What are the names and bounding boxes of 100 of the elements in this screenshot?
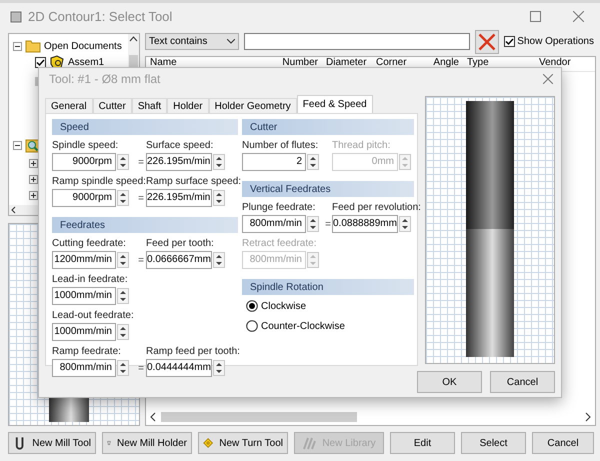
equals-sign: = bbox=[137, 192, 145, 204]
checkbox-label[interactable]: Show Operations bbox=[517, 36, 594, 47]
section-header: Cutter bbox=[242, 119, 414, 135]
number-field[interactable]: 0.0444444mm bbox=[146, 359, 212, 377]
expand-icon[interactable] bbox=[29, 158, 38, 168]
scroll-up-icon[interactable] bbox=[128, 34, 139, 44]
radio-button[interactable] bbox=[246, 300, 258, 312]
field-label: Retract feedrate: bbox=[242, 238, 316, 250]
scroll-right-icon[interactable] bbox=[584, 412, 592, 422]
spinner-icon[interactable] bbox=[213, 360, 225, 376]
diamond-insert-icon bbox=[203, 436, 214, 450]
number-field[interactable]: 9000rpm bbox=[52, 189, 116, 207]
number-field[interactable]: 800mm/min bbox=[52, 359, 116, 377]
number-field[interactable]: 1000mm/min bbox=[52, 287, 116, 305]
spinner-icon[interactable] bbox=[117, 288, 129, 304]
spinner-icon[interactable] bbox=[213, 190, 225, 206]
dialog-button[interactable]: Edit bbox=[390, 432, 455, 454]
column-header[interactable]: Number bbox=[276, 57, 322, 71]
number-field[interactable]: 0.0666667mm bbox=[146, 251, 212, 269]
spinner-icon[interactable] bbox=[213, 154, 225, 170]
toolbar-button[interactable]: New Mill Tool bbox=[8, 432, 96, 454]
number-field[interactable]: 226.195m/min bbox=[146, 153, 212, 171]
dialog-button[interactable]: OK bbox=[417, 371, 482, 393]
spinner-icon[interactable] bbox=[117, 252, 129, 268]
dialog-button[interactable]: Cancel bbox=[532, 432, 594, 454]
clear-icon[interactable] bbox=[475, 30, 500, 54]
spinner-icon[interactable] bbox=[307, 216, 319, 232]
field-label: Number of flutes: bbox=[242, 140, 318, 152]
spinner-icon[interactable] bbox=[399, 216, 411, 232]
number-field[interactable]: 800mm/min bbox=[242, 215, 306, 233]
field-label: Ramp feed per tooth: bbox=[146, 346, 240, 358]
spinner-icon[interactable] bbox=[117, 360, 129, 376]
number-field[interactable]: 2 bbox=[242, 153, 306, 171]
tab[interactable]: Cutter bbox=[92, 98, 132, 113]
column-header[interactable]: Corner bbox=[372, 57, 415, 71]
equals-sign: = bbox=[137, 362, 145, 374]
collapse-icon[interactable] bbox=[13, 42, 22, 50]
caret-icon bbox=[227, 39, 235, 44]
radio-label[interactable]: Clockwise bbox=[261, 300, 306, 312]
dialog-title: Tool: #1 - Ø8 mm flat bbox=[49, 72, 160, 86]
number-field[interactable]: 1200mm/min bbox=[52, 251, 116, 269]
collapse-icon[interactable] bbox=[13, 140, 22, 150]
column-header[interactable]: Type bbox=[463, 57, 535, 71]
folder-icon bbox=[25, 39, 41, 53]
number-field[interactable]: 9000rpm bbox=[52, 153, 116, 171]
end-mill-icon bbox=[13, 436, 26, 450]
number-field[interactable]: 0.0888889mm bbox=[332, 215, 398, 233]
number-field[interactable]: 226.195m/min bbox=[146, 189, 212, 207]
spinner-icon[interactable] bbox=[307, 154, 319, 170]
expand-icon[interactable] bbox=[29, 190, 38, 200]
checkbox[interactable] bbox=[35, 56, 46, 68]
field-label: Ramp surface speed: bbox=[146, 176, 242, 188]
field-label: Lead-out feedrate: bbox=[52, 310, 134, 322]
spinner-icon[interactable] bbox=[117, 324, 129, 340]
tab[interactable]: Holder bbox=[167, 98, 209, 113]
spinner-icon[interactable] bbox=[213, 252, 225, 268]
field-label: Cutting feedrate: bbox=[52, 238, 126, 250]
equals-sign: = bbox=[324, 218, 332, 230]
column-header[interactable]: Name bbox=[146, 57, 276, 71]
field-label: Ramp spindle speed: bbox=[52, 176, 146, 188]
column-header[interactable]: Vendor bbox=[535, 57, 595, 71]
scroll-left-icon[interactable] bbox=[149, 412, 157, 422]
scrollbar-thumb[interactable] bbox=[161, 412, 357, 422]
close-icon[interactable] bbox=[543, 74, 553, 84]
checkbox[interactable] bbox=[504, 36, 516, 47]
radio-button[interactable] bbox=[246, 320, 258, 332]
tool-drawing bbox=[49, 396, 89, 422]
field-label: Surface speed: bbox=[146, 140, 214, 152]
close-icon[interactable] bbox=[573, 11, 584, 22]
tab[interactable]: General bbox=[45, 98, 93, 113]
section-header: Spindle Rotation bbox=[242, 279, 414, 295]
radio-label[interactable]: Counter-Clockwise bbox=[261, 320, 345, 332]
expand-icon[interactable] bbox=[29, 174, 38, 184]
field-label: Lead-in feedrate: bbox=[52, 274, 128, 286]
library-icon bbox=[302, 436, 316, 450]
maximize-icon[interactable] bbox=[530, 11, 541, 22]
equals-sign: = bbox=[137, 156, 145, 168]
search-field[interactable] bbox=[244, 33, 470, 50]
column-header[interactable]: Diameter bbox=[322, 57, 372, 71]
dialog-button[interactable]: Cancel bbox=[490, 371, 555, 393]
spinner-icon[interactable] bbox=[117, 154, 129, 170]
section-header: Speed bbox=[52, 119, 238, 135]
field-label: Spindle speed: bbox=[52, 140, 118, 152]
dialog-button[interactable]: Select bbox=[461, 432, 526, 454]
tab[interactable]: Holder Geometry bbox=[208, 98, 297, 113]
equals-sign: = bbox=[137, 254, 145, 266]
window-title: 2D Contour1: Select Tool bbox=[28, 9, 174, 24]
toolbar-button[interactable]: New Turn Tool bbox=[198, 432, 288, 454]
field-label: Feed per revolution: bbox=[332, 202, 421, 214]
field-label: Thread pitch: bbox=[332, 140, 390, 152]
number-field[interactable]: 1000mm/min bbox=[52, 323, 116, 341]
spinner-icon[interactable] bbox=[117, 190, 129, 206]
tab[interactable]: Feed & Speed bbox=[296, 95, 373, 113]
toolbar-button[interactable]: New Mill Holder bbox=[102, 432, 192, 454]
filter-dropdown[interactable]: Text contains bbox=[145, 33, 239, 50]
tree-label[interactable]: Assem1 bbox=[68, 56, 104, 68]
column-header[interactable]: Angle bbox=[415, 57, 463, 71]
tree-label[interactable]: Open Documents bbox=[44, 40, 122, 52]
field-label: Ramp feedrate: bbox=[52, 346, 121, 358]
tab[interactable]: Shaft bbox=[132, 98, 168, 113]
